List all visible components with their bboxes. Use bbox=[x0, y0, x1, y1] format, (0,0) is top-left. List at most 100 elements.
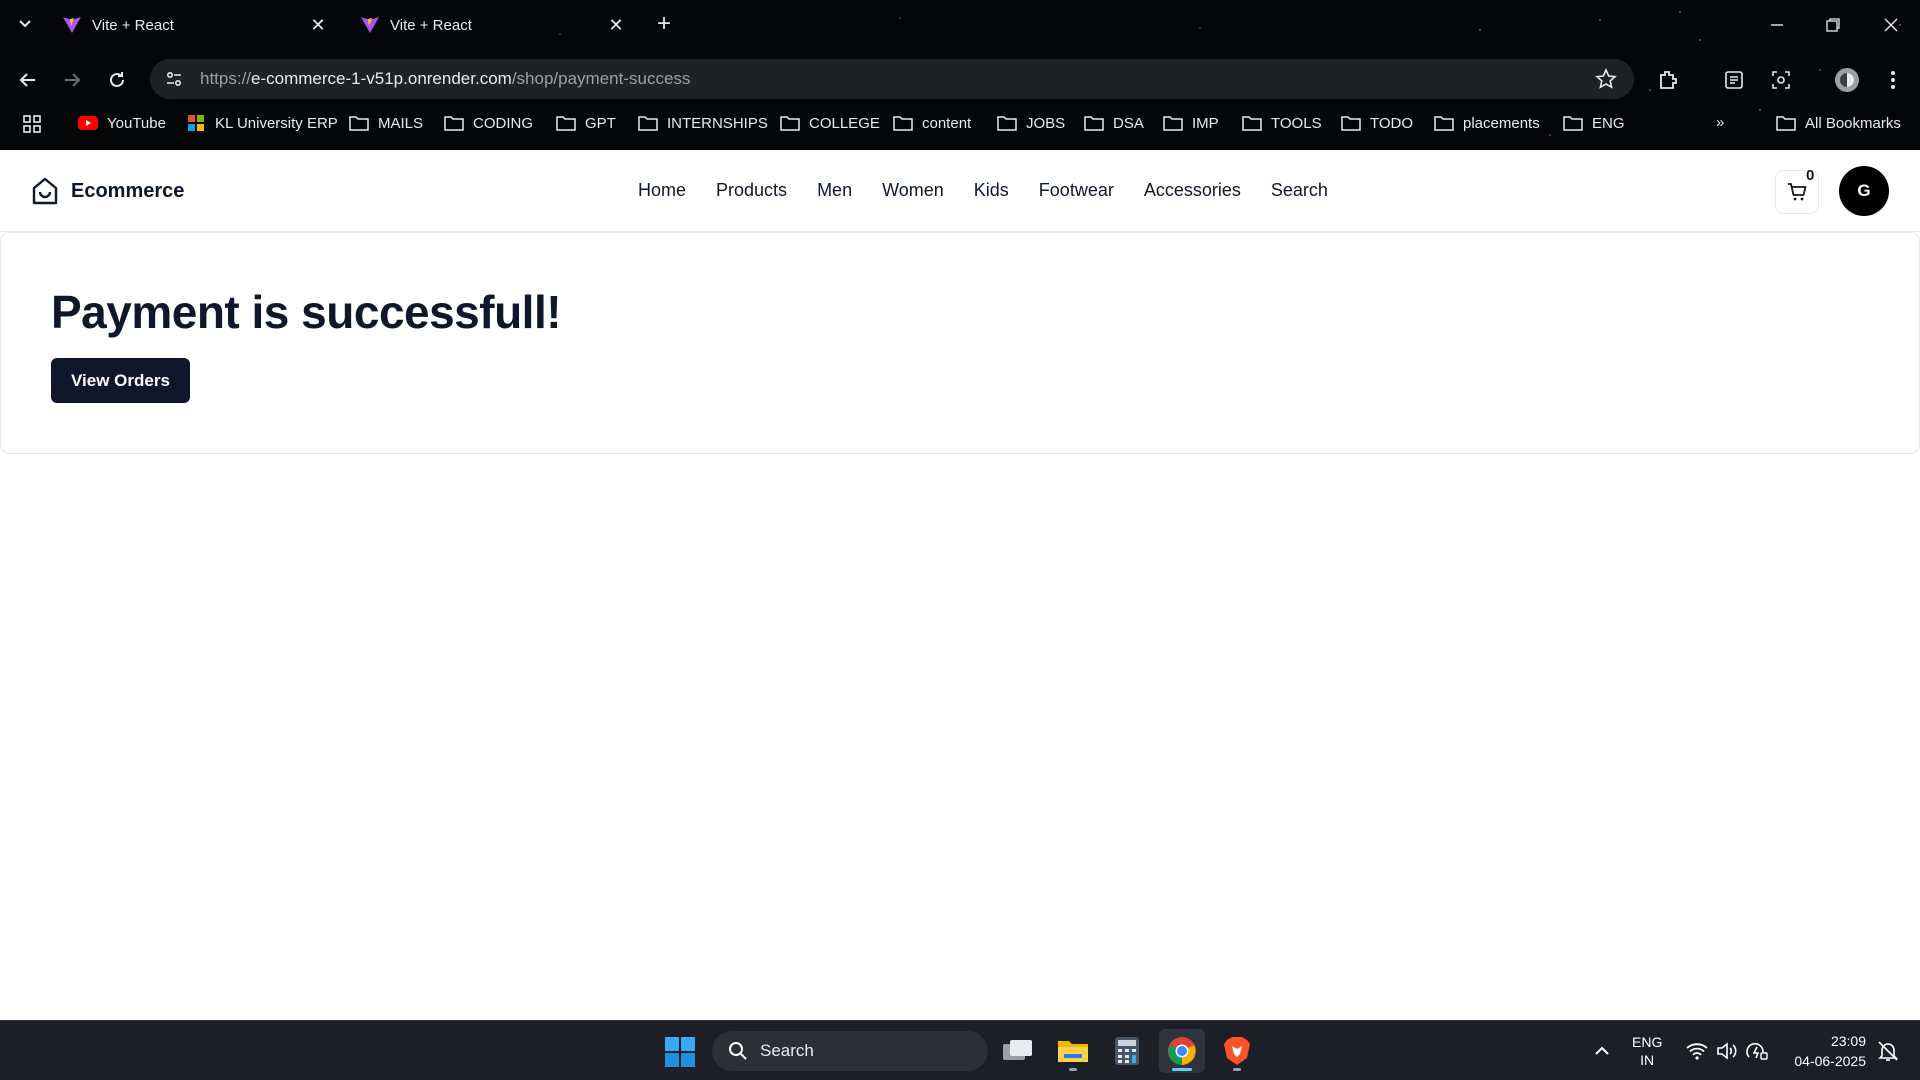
all-bookmarks-label: All Bookmarks bbox=[1805, 114, 1901, 132]
search-icon bbox=[729, 1042, 747, 1060]
bookmark-folder[interactable]: placements bbox=[1434, 114, 1540, 132]
url-path: /shop/payment-success bbox=[511, 69, 691, 88]
tab-title: Vite + React bbox=[92, 16, 174, 34]
tab-close-icon[interactable]: ✕ bbox=[308, 15, 328, 36]
bookmark-folder[interactable]: MAILS bbox=[349, 114, 423, 132]
more-menu-icon[interactable] bbox=[1879, 66, 1907, 94]
calculator-icon[interactable] bbox=[1104, 1029, 1150, 1073]
notification-bell-icon[interactable] bbox=[1876, 1039, 1900, 1063]
reading-list-icon[interactable] bbox=[1720, 66, 1748, 94]
main-nav: Home Products Men Women Kids Footwear Ac… bbox=[638, 180, 1358, 201]
tab-title: Vite + React bbox=[390, 16, 472, 34]
page-title: Payment is successfull! bbox=[51, 286, 562, 338]
tab-search-button[interactable] bbox=[14, 12, 36, 34]
nav-footwear[interactable]: Footwear bbox=[1039, 180, 1114, 201]
bookmark-label: TOOLS bbox=[1271, 114, 1322, 132]
bookmark-folder[interactable]: CODING bbox=[444, 114, 533, 132]
bookmark-folder[interactable]: GPT bbox=[556, 114, 616, 132]
restore-icon[interactable] bbox=[1818, 10, 1848, 40]
task-view-icon[interactable] bbox=[995, 1029, 1041, 1073]
brave-icon[interactable] bbox=[1214, 1029, 1260, 1073]
address-bar[interactable]: https://e-commerce-1-v51p.onrender.com/s… bbox=[150, 59, 1634, 99]
tab-close-icon[interactable]: ✕ bbox=[606, 15, 626, 36]
region-code: IN bbox=[1640, 1052, 1655, 1068]
running-indicator bbox=[1233, 1068, 1241, 1071]
browser-chrome: Vite + React ✕ Vite + React ✕ + https://… bbox=[0, 0, 1920, 150]
screenshot-lens-icon[interactable] bbox=[1767, 66, 1795, 94]
close-window-icon[interactable] bbox=[1876, 10, 1906, 40]
new-tab-button[interactable]: + bbox=[652, 10, 676, 38]
bookmark-folder[interactable]: TODO bbox=[1341, 114, 1413, 132]
bookmark-folder[interactable]: IMP bbox=[1163, 114, 1219, 132]
brand-link[interactable]: Ecommerce bbox=[31, 176, 184, 206]
chrome-icon[interactable] bbox=[1159, 1029, 1205, 1073]
volume-icon[interactable] bbox=[1715, 1039, 1739, 1063]
nav-men[interactable]: Men bbox=[817, 180, 852, 201]
more-bookmarks-button[interactable]: » bbox=[1716, 114, 1724, 131]
taskbar-search-box[interactable]: Search bbox=[712, 1031, 988, 1071]
clock-time: 23:09 bbox=[1830, 1033, 1866, 1049]
bookmark-label: GPT bbox=[585, 114, 616, 132]
apps-icon[interactable] bbox=[22, 114, 42, 134]
language-code: ENG bbox=[1632, 1034, 1663, 1050]
folder-icon bbox=[444, 114, 464, 132]
site-header: Ecommerce Home Products Men Women Kids F… bbox=[0, 150, 1920, 232]
vite-icon bbox=[63, 17, 81, 33]
bookmark-folder[interactable]: TOOLS bbox=[1242, 114, 1322, 132]
folder-icon bbox=[1163, 114, 1183, 132]
windows-start-icon[interactable] bbox=[664, 1036, 696, 1068]
nav-kids[interactable]: Kids bbox=[974, 180, 1009, 201]
user-avatar[interactable]: G bbox=[1839, 166, 1889, 216]
folder-icon bbox=[997, 114, 1017, 132]
url-host: e-commerce-1-v51p.onrender.com bbox=[251, 69, 512, 88]
system-clock[interactable]: 23:09 04-06-2025 bbox=[1782, 1031, 1866, 1071]
browser-tab-2[interactable]: Vite + React ✕ bbox=[348, 8, 638, 42]
chevron-up-icon[interactable] bbox=[1590, 1039, 1614, 1063]
bookmark-folder[interactable]: INTERNSHIPS bbox=[638, 114, 768, 132]
windows-taskbar: Search ENG IN 23:09 04-06-2025 bbox=[0, 1020, 1920, 1080]
bookmark-label: IMP bbox=[1192, 114, 1219, 132]
view-orders-button[interactable]: View Orders bbox=[51, 358, 190, 403]
extensions-icon[interactable] bbox=[1654, 66, 1682, 94]
site-info-icon[interactable] bbox=[154, 59, 194, 99]
erp-icon bbox=[186, 114, 206, 132]
house-logo-icon bbox=[32, 177, 58, 205]
folder-icon bbox=[780, 114, 800, 132]
folder-icon bbox=[638, 114, 658, 132]
nav-products[interactable]: Products bbox=[716, 180, 787, 201]
brand-name: Ecommerce bbox=[71, 179, 185, 202]
folder-icon bbox=[893, 114, 913, 132]
taskbar-search-label: Search bbox=[760, 1041, 814, 1060]
back-icon[interactable] bbox=[14, 66, 42, 94]
nav-women[interactable]: Women bbox=[882, 180, 944, 201]
bookmark-label: JOBS bbox=[1026, 114, 1066, 132]
browser-tab-1[interactable]: Vite + React ✕ bbox=[50, 8, 340, 42]
bookmark-label: KL University ERP bbox=[215, 114, 338, 132]
bookmark-label: COLLEGE bbox=[809, 114, 880, 132]
file-explorer-icon[interactable] bbox=[1050, 1029, 1096, 1073]
bookmark-folder[interactable]: COLLEGE bbox=[780, 114, 880, 132]
nav-accessories[interactable]: Accessories bbox=[1144, 180, 1241, 201]
bookmark-kl-erp[interactable]: KL University ERP bbox=[186, 114, 338, 132]
bookmark-youtube[interactable]: YouTube bbox=[78, 114, 166, 132]
payment-success-card: Payment is successfull! View Orders bbox=[0, 232, 1920, 454]
minimize-icon[interactable] bbox=[1762, 10, 1792, 40]
folder-icon bbox=[1563, 114, 1583, 132]
folder-icon bbox=[1434, 114, 1454, 132]
bookmark-folder[interactable]: content bbox=[893, 114, 971, 132]
url-scheme: https:// bbox=[200, 69, 252, 88]
wifi-icon[interactable] bbox=[1685, 1039, 1709, 1063]
forward-icon[interactable] bbox=[58, 66, 86, 94]
bookmark-folder[interactable]: JOBS bbox=[997, 114, 1065, 132]
url-text[interactable]: https://e-commerce-1-v51p.onrender.com/s… bbox=[200, 69, 1586, 89]
bookmark-folder[interactable]: DSA bbox=[1084, 114, 1144, 132]
bookmark-star-icon[interactable] bbox=[1586, 59, 1626, 99]
battery-charging-icon[interactable] bbox=[1745, 1039, 1769, 1063]
reload-icon[interactable] bbox=[103, 66, 131, 94]
language-indicator[interactable]: ENG IN bbox=[1632, 1033, 1662, 1069]
bookmark-folder[interactable]: ENG bbox=[1563, 114, 1625, 132]
nav-home[interactable]: Home bbox=[638, 180, 686, 201]
nav-search[interactable]: Search bbox=[1271, 180, 1328, 201]
profile-icon[interactable] bbox=[1833, 66, 1861, 94]
all-bookmarks-button[interactable]: All Bookmarks bbox=[1776, 114, 1901, 132]
